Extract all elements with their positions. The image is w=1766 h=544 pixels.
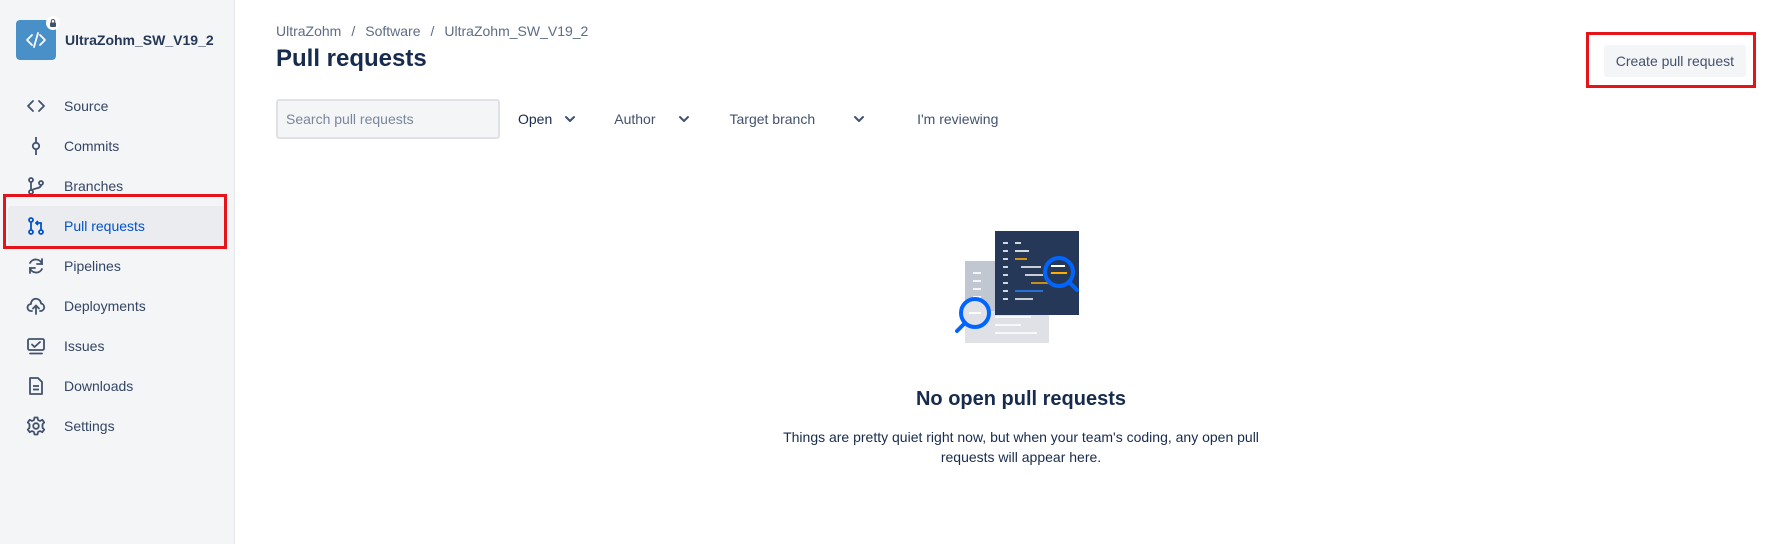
sidebar-item-pull-requests[interactable]: Pull requests xyxy=(8,206,227,246)
page-title: Pull requests xyxy=(276,45,427,72)
lock-icon xyxy=(46,16,60,30)
state-filter-dropdown[interactable]: Open xyxy=(500,99,588,139)
cloud-upload-icon xyxy=(24,294,48,318)
sidebar-item-label: Pull requests xyxy=(64,218,145,234)
breadcrumb-item-repo[interactable]: UltraZohm_SW_V19_2 xyxy=(444,23,588,39)
pull-request-icon xyxy=(24,214,48,238)
sidebar-item-label: Source xyxy=(64,98,109,114)
sidebar-item-label: Pipelines xyxy=(64,258,121,274)
sidebar-item-issues[interactable]: Issues xyxy=(0,326,235,366)
sidebar-item-settings[interactable]: Settings xyxy=(0,406,235,446)
empty-state-title: No open pull requests xyxy=(915,388,1127,410)
issues-icon xyxy=(24,334,48,358)
im-reviewing-filter[interactable]: I'm reviewing xyxy=(877,99,1008,139)
breadcrumb-item-ultrazohm[interactable]: UltraZohm xyxy=(276,23,341,39)
code-icon xyxy=(26,32,46,48)
sidebar-item-label: Downloads xyxy=(64,378,134,394)
empty-state-description: Things are pretty quiet right now, but w… xyxy=(783,429,1259,465)
sidebar-nav: Source Commits Branches Pull requests Pi… xyxy=(0,86,235,446)
im-reviewing-label: I'm reviewing xyxy=(917,111,999,127)
sidebar: UltraZohm_SW_V19_2 Source Commits Branch… xyxy=(0,0,235,544)
commit-icon xyxy=(24,134,48,158)
sidebar-item-label: Commits xyxy=(64,138,120,154)
sidebar-item-deployments[interactable]: Deployments xyxy=(0,286,235,326)
sidebar-item-label: Deployments xyxy=(64,298,146,314)
breadcrumb-item-software[interactable]: Software xyxy=(365,23,420,39)
chevron-down-icon xyxy=(851,111,867,127)
gear-icon xyxy=(24,414,48,438)
sidebar-item-commits[interactable]: Commits xyxy=(0,126,235,166)
create-pull-request-button[interactable]: Create pull request xyxy=(1603,45,1746,77)
repo-header[interactable]: UltraZohm_SW_V19_2 xyxy=(16,16,214,60)
sidebar-item-label: Settings xyxy=(64,418,115,434)
state-filter-label: Open xyxy=(518,111,553,127)
sidebar-item-label: Issues xyxy=(64,338,105,354)
sidebar-item-source[interactable]: Source xyxy=(0,86,235,126)
sidebar-item-label: Branches xyxy=(64,178,124,194)
repo-avatar[interactable] xyxy=(16,16,60,60)
sidebar-item-downloads[interactable]: Downloads xyxy=(0,366,235,406)
pipelines-icon xyxy=(24,254,48,278)
breadcrumb-separator: / xyxy=(351,23,356,39)
breadcrumb-separator: / xyxy=(430,23,435,39)
target-branch-filter-label: Target branch xyxy=(729,111,816,127)
filter-bar: Open Author Target branch I'm reviewing xyxy=(276,99,1008,139)
search-pull-requests-input[interactable] xyxy=(276,99,500,139)
code-brackets-icon xyxy=(24,94,48,118)
document-icon xyxy=(24,374,48,398)
author-filter-label: Author xyxy=(614,111,656,127)
target-branch-filter-dropdown[interactable]: Target branch xyxy=(702,99,878,139)
chevron-down-icon xyxy=(676,111,692,127)
repo-name[interactable]: UltraZohm_SW_V19_2 xyxy=(65,32,214,48)
sidebar-item-branches[interactable]: Branches xyxy=(0,166,235,206)
branch-icon xyxy=(24,174,48,198)
main-content: UltraZohm / Software / UltraZohm_SW_V19_… xyxy=(276,0,1766,544)
empty-state-illustration xyxy=(951,225,1091,350)
sidebar-item-pipelines[interactable]: Pipelines xyxy=(0,246,235,286)
empty-state: No open pull requests Things are pretty … xyxy=(276,225,1766,467)
author-filter-dropdown[interactable]: Author xyxy=(588,99,701,139)
chevron-down-icon xyxy=(562,111,578,127)
breadcrumb: UltraZohm / Software / UltraZohm_SW_V19_… xyxy=(276,23,588,39)
